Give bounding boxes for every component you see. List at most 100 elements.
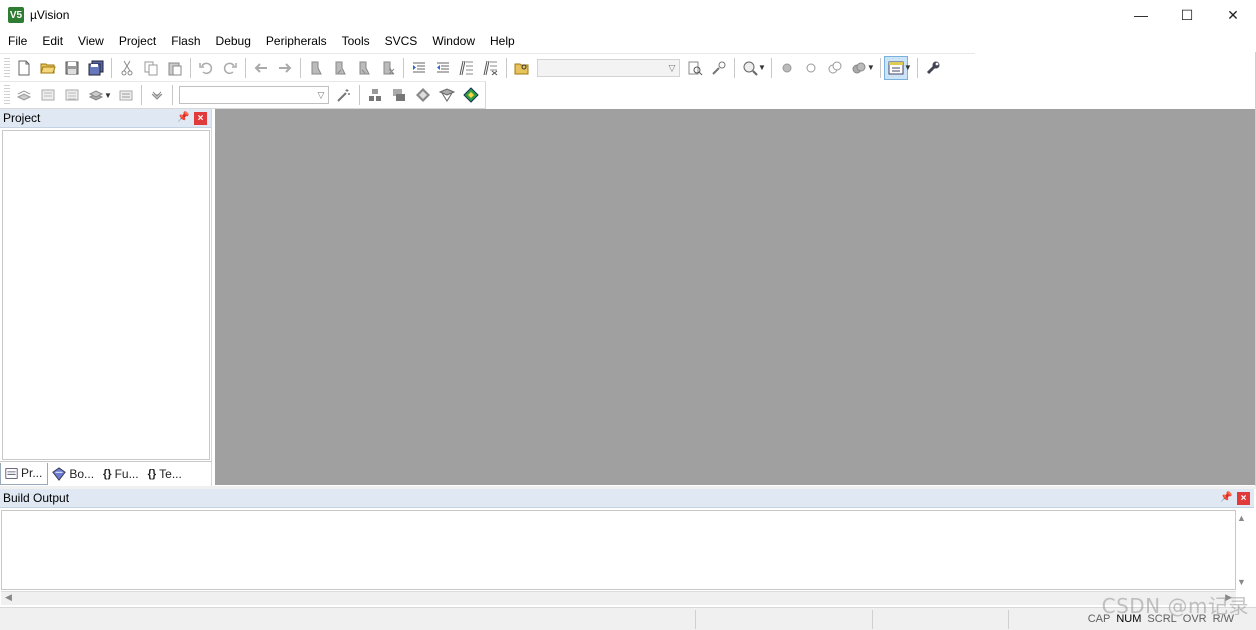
stop-build-button[interactable] <box>114 83 138 107</box>
save-all-button[interactable] <box>84 56 108 80</box>
menu-edit[interactable]: Edit <box>34 30 70 52</box>
menu-file[interactable]: File <box>0 30 34 52</box>
incremental-find-button[interactable] <box>707 56 731 80</box>
minimize-button[interactable]: — <box>1118 0 1164 30</box>
insert-breakpoint-button[interactable] <box>775 56 799 80</box>
toolbar-grip[interactable] <box>4 85 10 105</box>
breakpoints-kill-icon <box>852 62 866 73</box>
target-select-combo[interactable]: ▽ <box>178 86 329 104</box>
stop-build-icon <box>119 90 133 101</box>
file-extensions-button[interactable] <box>387 83 411 107</box>
undo-button[interactable] <box>194 56 218 80</box>
menu-svcs[interactable]: SVCS <box>377 30 425 52</box>
tab-books[interactable]: Bo... <box>48 463 99 485</box>
rebuild-button[interactable] <box>60 83 84 107</box>
window-title: µVision <box>30 8 70 22</box>
build-output-pane: Build Output 📌 × ▲ ▼ ◀ ▶ <box>0 489 1256 607</box>
unindent-button[interactable] <box>431 56 455 80</box>
templates-tab-icon: {} <box>147 467 157 480</box>
batch-build-icon <box>88 90 104 101</box>
menu-debug[interactable]: Debug <box>208 30 258 52</box>
tab-functions[interactable]: {} Fu... <box>99 463 144 485</box>
tab-project[interactable]: Pr... <box>0 462 49 485</box>
navigate-forward-button[interactable] <box>273 56 297 80</box>
manage-run-time-button[interactable] <box>411 83 435 107</box>
incremental-find-icon <box>712 61 726 75</box>
chevron-down-icon: ▽ <box>317 90 325 100</box>
find-in-files-button[interactable] <box>510 56 534 80</box>
tab-templates[interactable]: {} Te... <box>144 463 187 485</box>
toolbar-separator <box>770 57 772 78</box>
menu-view[interactable]: View <box>70 30 111 52</box>
dropdown-arrow-icon[interactable]: ▼ <box>904 63 912 72</box>
next-bookmark-button[interactable] <box>352 56 376 80</box>
toolbar-separator <box>403 57 404 78</box>
toolbar-grip[interactable] <box>4 57 10 78</box>
tab-label: Fu... <box>114 466 139 481</box>
menu-project[interactable]: Project <box>111 30 163 52</box>
close-window-button[interactable]: ✕ <box>1210 0 1256 30</box>
find-combo[interactable]: ▽ <box>537 58 680 77</box>
title-bar: V5 µVision — ☐ ✕ <box>0 0 1256 30</box>
toolbar-separator <box>506 57 507 78</box>
menu-window[interactable]: Window <box>424 30 482 52</box>
csdn-watermark: CSDN @m记录 <box>1101 594 1249 618</box>
configure-button[interactable] <box>921 56 945 80</box>
horizontal-scrollbar[interactable]: ◀ ▶ <box>1 591 1236 605</box>
pin-icon[interactable]: 📌 <box>1220 492 1232 503</box>
dropdown-arrow-icon[interactable]: ▼ <box>867 63 875 72</box>
arrow-right-icon <box>279 62 292 73</box>
translate-button[interactable] <box>12 83 36 107</box>
menu-peripherals[interactable]: Peripherals <box>258 30 334 52</box>
tab-label: Pr... <box>21 466 43 480</box>
project-tab-icon <box>5 467 18 479</box>
pack-installer-button[interactable] <box>459 83 483 107</box>
menu-flash[interactable]: Flash <box>163 30 207 52</box>
project-tree[interactable] <box>2 130 210 460</box>
comment-selection-button[interactable] <box>455 56 479 80</box>
load-icon <box>151 91 163 100</box>
navigate-back-button[interactable] <box>249 56 273 80</box>
previous-bookmark-button[interactable] <box>328 56 352 80</box>
download-button[interactable] <box>145 83 169 107</box>
scroll-left-icon[interactable]: ◀ <box>5 592 12 603</box>
build-button[interactable] <box>36 83 60 107</box>
open-file-button[interactable] <box>36 56 60 80</box>
editor-area[interactable] <box>215 109 1255 485</box>
dropdown-arrow-icon[interactable]: ▼ <box>758 63 766 72</box>
insert-bookmark-button[interactable] <box>304 56 328 80</box>
build-output-text[interactable] <box>1 510 1236 590</box>
disable-all-breakpoints-button[interactable] <box>823 56 847 80</box>
project-items-icon <box>368 89 381 101</box>
maximize-button[interactable]: ☐ <box>1164 0 1210 30</box>
manage-project-items-button[interactable] <box>363 83 387 107</box>
scroll-down-icon[interactable]: ▼ <box>1237 577 1246 587</box>
pin-icon[interactable]: 📌 <box>177 112 189 123</box>
breakpoint-outline-icon <box>806 63 816 72</box>
enable-breakpoint-button[interactable] <box>799 56 823 80</box>
new-file-button[interactable] <box>12 56 36 80</box>
menu-help[interactable]: Help <box>482 30 522 52</box>
dropdown-arrow-icon[interactable]: ▼ <box>104 91 112 100</box>
indent-button[interactable] <box>407 56 431 80</box>
close-pane-button[interactable]: × <box>194 112 207 125</box>
vertical-scrollbar[interactable]: ▲ ▼ <box>1236 511 1248 589</box>
close-pane-button[interactable]: × <box>1237 492 1250 505</box>
copy-button[interactable] <box>139 56 163 80</box>
find-button[interactable] <box>683 56 707 80</box>
paste-button[interactable] <box>163 56 187 80</box>
software-packs-icon <box>438 88 455 102</box>
menu-tools[interactable]: Tools <box>334 30 377 52</box>
build-icon <box>41 89 55 101</box>
scroll-up-icon[interactable]: ▲ <box>1237 513 1246 523</box>
uncomment-selection-button[interactable] <box>479 56 503 80</box>
uvision-window: V5 µVision — ☐ ✕ File Edit View Project … <box>0 0 1256 630</box>
clear-bookmarks-button[interactable] <box>376 56 400 80</box>
redo-button[interactable] <box>218 56 242 80</box>
target-options-button[interactable] <box>332 83 356 107</box>
wrench-icon <box>926 61 940 74</box>
save-button[interactable] <box>60 56 84 80</box>
cut-button[interactable] <box>115 56 139 80</box>
select-software-packs-button[interactable] <box>435 83 459 107</box>
copy-icon <box>144 61 158 75</box>
